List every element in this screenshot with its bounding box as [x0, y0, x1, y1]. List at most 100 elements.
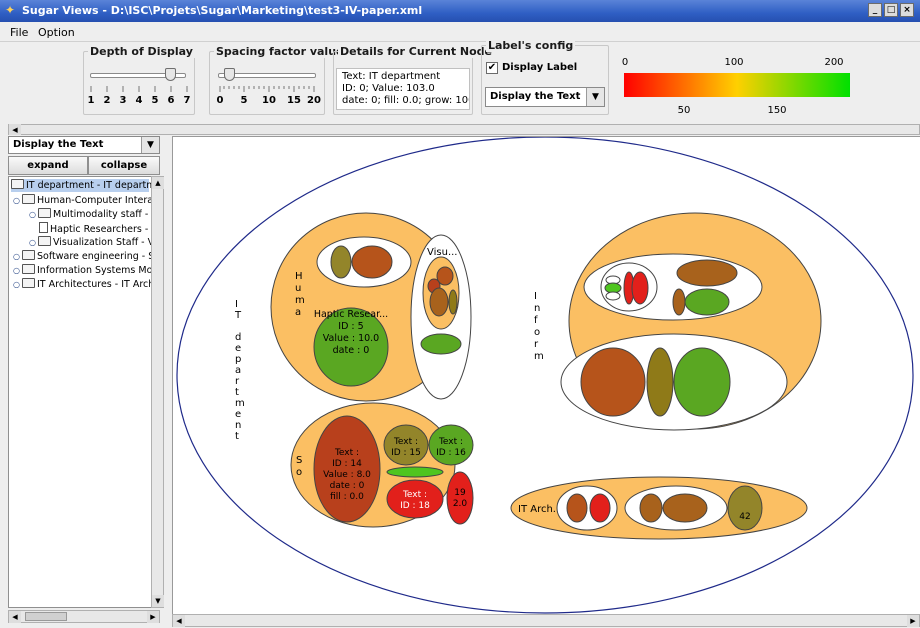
collapsed-toggle-icon[interactable]: ○ — [13, 264, 20, 277]
scroll-left-icon[interactable]: ◀ — [9, 124, 21, 135]
left-combo-arrow-icon[interactable]: ▼ — [141, 137, 159, 153]
title-bar: ✦ Sugar Views - D:\ISC\Projets\Sugar\Mar… — [0, 0, 920, 22]
collapsed-toggle-icon[interactable]: ○ — [29, 208, 36, 221]
tree-node-information-systems[interactable]: ○ Information Systems Mode — [13, 264, 159, 277]
folder-icon — [22, 264, 35, 274]
label-display-combo[interactable]: Display the Text ▼ — [485, 87, 605, 107]
node-v4[interactable] — [448, 289, 458, 315]
node-tree: IT department - IT department ○ Human-Com… — [8, 176, 160, 608]
node-i8[interactable] — [684, 288, 730, 316]
node-a5-label: 42 — [739, 512, 750, 522]
menu-option[interactable]: Option — [38, 26, 75, 39]
spacing-slider-thumb[interactable] — [224, 68, 235, 81]
depth-tick-1: 1 — [87, 95, 95, 106]
tree-node-software[interactable]: ○ Software engineering - So — [13, 250, 159, 263]
node-s19-label: 19 2.0 — [453, 488, 468, 509]
folder-icon — [22, 194, 35, 204]
expand-button[interactable]: expand — [8, 156, 88, 175]
node-s17[interactable] — [386, 466, 444, 478]
scroll-down-icon[interactable]: ▼ — [152, 595, 164, 607]
node-a5[interactable] — [727, 485, 763, 531]
visualization-canvas[interactable]: IT dep art ment Huma Haptic Resear... ID … — [172, 136, 920, 614]
close-button[interactable]: × — [900, 3, 914, 17]
spacing-factor-label: Spacing factor value — [214, 45, 346, 58]
node-i5[interactable] — [631, 271, 649, 305]
label-display-combo-value: Display the Text — [490, 91, 581, 102]
folder-icon — [22, 250, 35, 260]
top-split-scrollbar[interactable]: ◀ — [8, 124, 920, 135]
node-brown[interactable] — [351, 245, 393, 279]
left-display-combo[interactable]: Display the Text ▼ — [8, 136, 160, 154]
depth-tick-3: 3 — [119, 95, 127, 106]
node-s16-label: Text : ID : 16 — [436, 437, 466, 458]
depth-of-display-label: Depth of Display — [88, 45, 195, 58]
node-s19[interactable] — [446, 471, 474, 525]
collapsed-toggle-icon[interactable]: ○ — [13, 278, 20, 291]
node-i9[interactable] — [580, 347, 646, 417]
spacing-tick-20: 20 — [307, 95, 321, 106]
display-label-checkbox[interactable]: ✔ — [486, 62, 498, 74]
visu-label: Visu... — [427, 247, 457, 258]
node-i11[interactable] — [673, 347, 731, 417]
scale-label-150: 150 — [767, 105, 787, 116]
scroll-left-icon[interactable]: ◀ — [9, 611, 21, 623]
node-s18-label: Text : ID : 18 — [400, 490, 430, 511]
scale-label-100: 100 — [724, 57, 744, 68]
collapse-button[interactable]: collapse — [88, 156, 160, 175]
node-olive[interactable] — [330, 245, 352, 279]
node-details-label: Details for Current Node — [338, 45, 495, 58]
node-v3[interactable] — [429, 287, 449, 317]
itarch-label: IT Arch... — [518, 504, 562, 515]
depth-tick-4: 4 — [135, 95, 143, 106]
detail-line-date: date: 0; fill: 0.0; grow: 100.0; — [342, 95, 469, 106]
node-i7[interactable] — [672, 288, 686, 316]
node-i6[interactable] — [676, 259, 738, 287]
node-i3[interactable] — [605, 291, 621, 301]
scroll-thumb[interactable] — [25, 612, 67, 621]
tree-vertical-scrollbar[interactable]: ▲ ▼ — [151, 176, 164, 608]
collapsed-toggle-icon[interactable]: ○ — [29, 236, 36, 249]
tree-horizontal-scrollbar[interactable]: ◀ ▶ — [8, 610, 160, 623]
menu-bar: File Option — [0, 22, 920, 42]
software-label: So — [296, 455, 302, 478]
maximize-button[interactable]: □ — [884, 3, 898, 17]
folder-icon — [38, 208, 51, 218]
node-a2[interactable] — [589, 493, 611, 523]
color-scale: 0 100 200 50 150 — [620, 43, 860, 123]
scale-label-0: 0 — [621, 57, 629, 68]
depth-tick-6: 6 — [167, 95, 175, 106]
collapsed-toggle-icon[interactable]: ○ — [13, 250, 20, 263]
menu-file[interactable]: File — [10, 26, 28, 39]
node-s14[interactable] — [313, 415, 381, 523]
folder-icon — [38, 236, 51, 246]
control-panel: Depth of Display 1 2 3 4 5 6 7 Spacing f… — [0, 39, 920, 123]
node-a1[interactable] — [566, 493, 588, 523]
tree-node-multimodality[interactable]: ○ Multimodality staff - Mu — [29, 208, 159, 221]
node-v5[interactable] — [420, 333, 462, 355]
tree-node-it-architectures[interactable]: ○ IT Architectures - IT Archite — [13, 278, 159, 291]
color-gradient-bar — [624, 73, 850, 97]
tree-node-it-department[interactable]: IT department - IT department — [11, 179, 159, 192]
window-title: Sugar Views - D:\ISC\Projets\Sugar\Marke… — [22, 4, 423, 17]
scroll-right-icon[interactable]: ▶ — [147, 611, 159, 623]
detail-line-text: Text: IT department — [342, 71, 441, 82]
minimize-button[interactable]: _ — [868, 3, 882, 17]
scroll-up-icon[interactable]: ▲ — [152, 177, 164, 189]
depth-slider-thumb[interactable] — [165, 68, 176, 81]
scale-label-50: 50 — [677, 105, 691, 116]
depth-tick-5: 5 — [151, 95, 159, 106]
tree-node-haptic[interactable]: Haptic Researchers - H — [39, 222, 159, 235]
depth-of-display-group: Depth of Display 1 2 3 4 5 6 7 — [83, 45, 195, 115]
viz-horizontal-scrollbar[interactable]: ◀ ▶ — [172, 614, 920, 627]
scroll-left-icon[interactable]: ◀ — [173, 615, 185, 627]
tree-node-human-computer[interactable]: ○Human-Computer Interaction — [13, 194, 159, 207]
spacing-factor-group: Spacing factor value 0 5 10 15 20 — [209, 45, 346, 115]
nested-ellipse-view[interactable]: IT dep art ment Huma Haptic Resear... ID … — [173, 136, 920, 615]
combo-arrow-icon[interactable]: ▼ — [586, 88, 604, 106]
node-i10[interactable] — [646, 347, 674, 417]
scroll-right-icon[interactable]: ▶ — [907, 615, 919, 627]
node-a3[interactable] — [639, 493, 663, 523]
node-a4[interactable] — [662, 493, 708, 523]
tree-node-visualization[interactable]: ○ Visualization Staff - Vis — [29, 236, 159, 249]
expanded-toggle-icon[interactable]: ○ — [13, 194, 20, 207]
